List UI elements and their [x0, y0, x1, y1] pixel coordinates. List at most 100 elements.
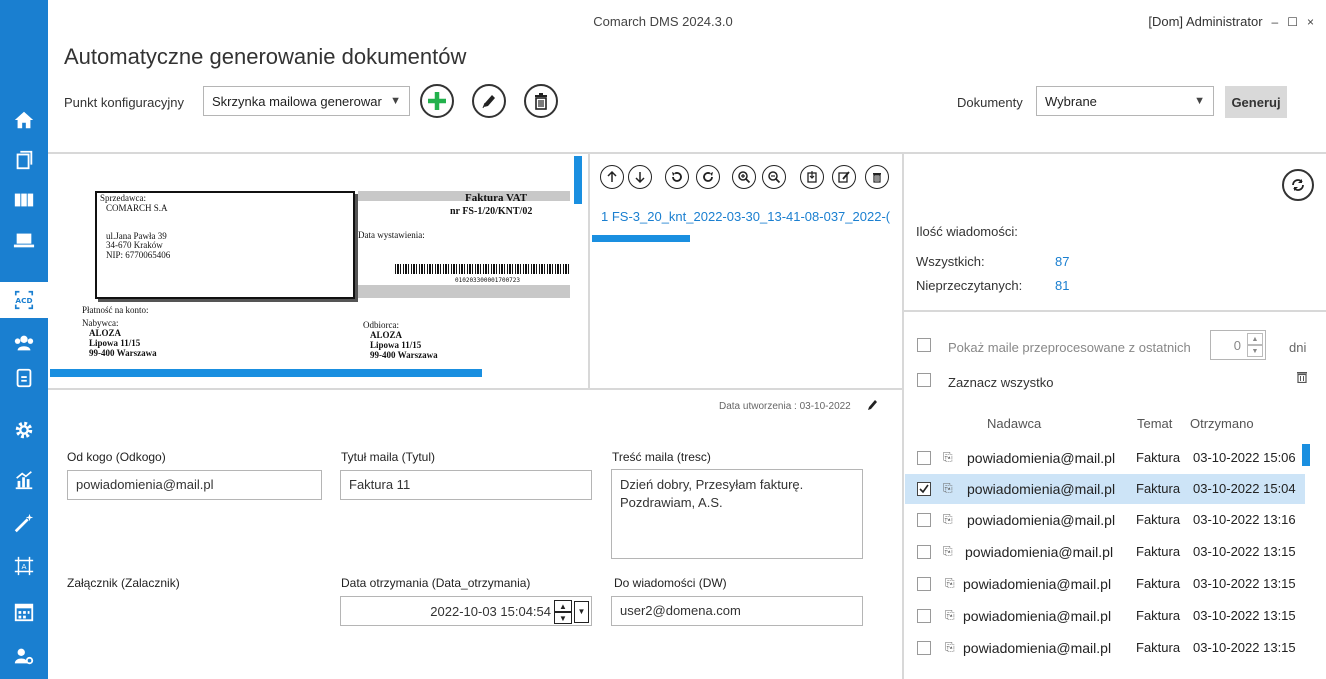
row-checkbox[interactable]: [917, 451, 931, 465]
stepper-down-icon[interactable]: ▼: [1247, 345, 1263, 357]
zoom-out-icon: [768, 171, 781, 184]
table-row[interactable]: ⎘ powiadomienia@mail.pl Faktura 03-10-20…: [905, 443, 1305, 473]
download-attachment-button[interactable]: [800, 165, 824, 189]
chevron-down-icon[interactable]: ▼: [574, 601, 589, 623]
paperclip-icon: ⎘: [945, 576, 955, 590]
row-checkbox[interactable]: [917, 482, 931, 496]
show-processed-checkbox[interactable]: [917, 338, 931, 352]
divider: [904, 310, 1326, 312]
row-date: 03-10-2022 15:04: [1193, 481, 1296, 496]
home-icon[interactable]: [0, 102, 48, 138]
workflow-doc-icon[interactable]: [0, 360, 48, 396]
svg-text:ACD: ACD: [15, 296, 32, 305]
calendar-icon[interactable]: [0, 594, 48, 630]
buyer-street: Lipowa 11/15: [89, 338, 141, 348]
row-topic: Faktura: [1136, 576, 1181, 591]
recipient-street: Lipowa 11/15: [370, 340, 422, 350]
row-checkbox[interactable]: [917, 641, 931, 655]
row-checkbox[interactable]: [917, 513, 931, 527]
documents-icon[interactable]: [0, 142, 48, 178]
move-down-button[interactable]: [628, 165, 652, 189]
nav-rail: ACD A: [0, 0, 48, 679]
col-sender[interactable]: Nadawca: [987, 416, 1041, 431]
preview-h-scrollbar[interactable]: [50, 369, 482, 377]
documents-label: Dokumenty: [957, 95, 1023, 110]
stepper-up-icon[interactable]: ▲: [1247, 333, 1263, 345]
row-checkbox[interactable]: [917, 577, 931, 591]
attachment-h-scrollbar[interactable]: [592, 235, 690, 242]
col-topic[interactable]: Temat: [1137, 416, 1172, 431]
row-sender: powiadomienia@mail.pl: [963, 608, 1112, 624]
row-date: 03-10-2022 13:15: [1193, 576, 1296, 591]
time-up-icon[interactable]: ▲: [554, 600, 572, 612]
documents-select[interactable]: Wybrane ▼: [1036, 86, 1214, 116]
divider: [588, 152, 590, 390]
move-up-button[interactable]: [600, 165, 624, 189]
body-textarea[interactable]: Dzień dobry, Przesyłam fakturę. Pozdrawi…: [611, 469, 863, 559]
users-icon[interactable]: [0, 325, 48, 361]
cc-label: Do wiadomości (DW): [614, 576, 727, 590]
seller-label: Sprzedawca:: [100, 193, 146, 203]
col-received[interactable]: Otrzymano: [1190, 416, 1254, 431]
select-all-checkbox[interactable]: [917, 373, 931, 387]
window-controls: [Dom] Administrator – ☐ ×: [1148, 14, 1314, 29]
refresh-button[interactable]: [1282, 169, 1314, 201]
row-sender: powiadomienia@mail.pl: [963, 576, 1112, 592]
seller-city: 34-670 Kraków: [106, 240, 163, 250]
settings-icon[interactable]: [0, 412, 48, 448]
days-stepper[interactable]: 0 ▲ ▼: [1210, 330, 1266, 360]
edit-form-button[interactable]: [865, 398, 879, 417]
received-datetime-picker[interactable]: 2022-10-03 15:04:54 ▲ ▼ ▼: [340, 596, 592, 626]
maximize-button[interactable]: ☐: [1287, 15, 1298, 29]
delete-attachment-button[interactable]: [865, 165, 889, 189]
from-input[interactable]: powiadomienia@mail.pl: [67, 470, 322, 500]
attachment-item[interactable]: 1 FS-3_20_knt_2022-03-30_13-41-08-037_20…: [601, 209, 901, 224]
unread-label: Nieprzeczytanych:: [916, 278, 1023, 293]
paperclip-icon: ⎘: [945, 608, 955, 622]
issue-date-label: Data wystawienia:: [358, 230, 425, 240]
delete-selected-button[interactable]: [1296, 370, 1308, 388]
row-topic: Faktura: [1136, 481, 1181, 496]
user-settings-icon[interactable]: [0, 638, 48, 674]
seller-name: COMARCH S.A: [106, 203, 168, 213]
row-checkbox[interactable]: [917, 609, 931, 623]
subject-input[interactable]: Faktura 11: [340, 470, 592, 500]
delete-config-button[interactable]: [524, 84, 558, 118]
edit-config-button[interactable]: [472, 84, 506, 118]
zoom-out-button[interactable]: [762, 165, 786, 189]
trash-icon: [1297, 372, 1307, 384]
time-down-icon[interactable]: ▼: [554, 612, 572, 624]
close-button[interactable]: ×: [1307, 15, 1314, 29]
row-checkbox[interactable]: [917, 545, 931, 559]
table-row[interactable]: ⎘ powiadomienia@mail.pl Faktura 03-10-20…: [905, 601, 1305, 631]
rotate-right-button[interactable]: [696, 165, 720, 189]
arrow-up-icon: [607, 170, 617, 182]
table-row[interactable]: ⎘ powiadomienia@mail.pl Faktura 03-10-20…: [905, 505, 1305, 535]
template-icon[interactable]: A: [0, 548, 48, 584]
acd-icon[interactable]: ACD: [0, 282, 48, 318]
config-point-select[interactable]: Skrzynka mailowa generowar ▼: [203, 86, 410, 116]
table-row[interactable]: ⎘ powiadomienia@mail.pl Faktura 03-10-20…: [905, 474, 1305, 504]
edit-attachment-button[interactable]: [832, 165, 856, 189]
buyer-city: 99-400 Warszawa: [89, 348, 157, 358]
document-preview[interactable]: Sprzedawca: COMARCH S.A ul.Jana Pawła 39…: [50, 154, 588, 388]
pencil-icon: [482, 95, 495, 109]
rotate-left-button[interactable]: [665, 165, 689, 189]
wand-icon[interactable]: [0, 505, 48, 541]
trash-icon: [535, 93, 547, 110]
reports-icon[interactable]: [0, 462, 48, 498]
table-row[interactable]: ⎘ powiadomienia@mail.pl Faktura 03-10-20…: [905, 537, 1305, 567]
list-v-scrollbar[interactable]: [1302, 444, 1310, 466]
laptop-icon[interactable]: [0, 222, 48, 258]
cc-input[interactable]: user2@domena.com: [611, 596, 863, 626]
row-sender: powiadomienia@mail.pl: [967, 481, 1116, 497]
table-row[interactable]: ⎘ powiadomienia@mail.pl Faktura 03-10-20…: [905, 569, 1305, 599]
zoom-in-button[interactable]: [732, 165, 756, 189]
archive-icon[interactable]: [0, 182, 48, 218]
table-row[interactable]: ⎘ powiadomienia@mail.pl Faktura 03-10-20…: [905, 633, 1305, 663]
generate-button[interactable]: Generuj: [1225, 86, 1287, 118]
all-value: 87: [1055, 254, 1070, 269]
add-config-button[interactable]: [420, 84, 454, 118]
minimize-button[interactable]: –: [1272, 15, 1279, 29]
preview-v-scrollbar[interactable]: [574, 156, 582, 204]
